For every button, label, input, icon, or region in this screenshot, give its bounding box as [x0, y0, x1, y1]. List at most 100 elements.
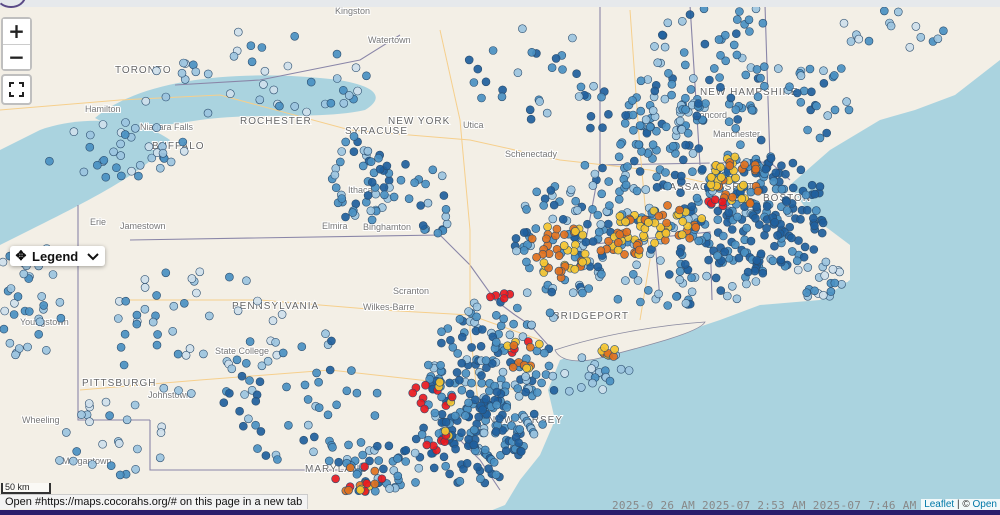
observation-marker[interactable] — [314, 377, 323, 387]
observation-marker[interactable] — [450, 411, 460, 421]
observation-marker[interactable] — [330, 170, 340, 180]
observation-marker[interactable] — [133, 444, 142, 454]
observation-marker[interactable] — [537, 378, 546, 388]
observation-marker[interactable] — [522, 205, 531, 214]
observation-marker[interactable] — [529, 429, 539, 439]
observation-marker[interactable] — [327, 336, 336, 346]
observation-marker[interactable] — [495, 414, 504, 423]
observation-marker[interactable] — [417, 430, 427, 439]
observation-marker[interactable] — [654, 211, 664, 221]
observation-marker[interactable] — [435, 377, 445, 387]
observation-marker[interactable] — [101, 172, 111, 182]
observation-marker[interactable] — [635, 121, 645, 130]
observation-marker[interactable] — [519, 228, 529, 237]
observation-marker[interactable] — [702, 271, 711, 281]
observation-marker[interactable] — [268, 316, 278, 326]
observation-marker[interactable] — [818, 290, 828, 300]
observation-marker[interactable] — [588, 181, 598, 190]
observation-marker[interactable] — [718, 197, 727, 207]
observation-marker[interactable] — [339, 99, 349, 108]
observation-marker[interactable] — [131, 124, 140, 133]
observation-marker[interactable] — [598, 385, 608, 394]
observation-marker[interactable] — [733, 212, 742, 222]
observation-marker[interactable] — [751, 164, 761, 174]
observation-marker[interactable] — [711, 273, 721, 283]
observation-marker[interactable] — [518, 24, 527, 34]
observation-marker[interactable] — [522, 363, 532, 373]
observation-marker[interactable] — [332, 49, 342, 59]
observation-marker[interactable] — [600, 343, 609, 352]
observation-marker[interactable] — [337, 147, 347, 156]
observation-marker[interactable] — [737, 194, 747, 203]
observation-marker[interactable] — [116, 151, 125, 160]
observation-marker[interactable] — [525, 105, 535, 115]
observation-marker[interactable] — [379, 183, 389, 192]
observation-marker[interactable] — [240, 390, 249, 399]
observation-marker[interactable] — [821, 257, 831, 267]
observation-marker[interactable] — [351, 63, 361, 72]
observation-marker[interactable] — [802, 288, 812, 298]
observation-marker[interactable] — [187, 274, 197, 283]
observation-marker[interactable] — [88, 460, 97, 469]
observation-marker[interactable] — [464, 307, 473, 316]
observation-marker[interactable] — [132, 319, 142, 329]
observation-marker[interactable] — [255, 95, 265, 105]
observation-marker[interactable] — [521, 372, 530, 381]
observation-marker[interactable] — [334, 457, 344, 467]
observation-marker[interactable] — [451, 444, 460, 454]
observation-marker[interactable] — [480, 445, 490, 455]
observation-marker[interactable] — [756, 135, 766, 145]
observation-marker[interactable] — [509, 341, 519, 350]
observation-marker[interactable] — [358, 450, 368, 460]
observation-marker[interactable] — [140, 275, 150, 284]
observation-marker[interactable] — [522, 288, 532, 298]
observation-marker[interactable] — [35, 317, 45, 327]
observation-marker[interactable] — [686, 85, 696, 94]
observation-marker[interactable] — [623, 162, 632, 171]
observation-marker[interactable] — [430, 408, 440, 418]
observation-marker[interactable] — [916, 32, 926, 42]
observation-marker[interactable] — [709, 64, 719, 73]
observation-marker[interactable] — [469, 425, 479, 435]
observation-marker[interactable] — [344, 91, 354, 100]
observation-marker[interactable] — [568, 33, 577, 43]
observation-marker[interactable] — [578, 257, 587, 267]
observation-marker[interactable] — [122, 415, 132, 425]
observation-marker[interactable] — [346, 463, 355, 473]
observation-marker[interactable] — [393, 454, 402, 463]
observation-marker[interactable] — [422, 440, 432, 450]
observation-marker[interactable] — [418, 221, 428, 230]
observation-marker[interactable] — [39, 301, 49, 310]
observation-marker[interactable] — [743, 267, 753, 277]
observation-marker[interactable] — [705, 75, 714, 85]
observation-marker[interactable] — [156, 163, 165, 173]
observation-marker[interactable] — [481, 77, 491, 87]
observation-marker[interactable] — [303, 420, 313, 430]
observation-marker[interactable] — [428, 165, 438, 175]
observation-marker[interactable] — [464, 398, 473, 408]
observation-marker[interactable] — [366, 157, 376, 166]
observation-marker[interactable] — [114, 439, 124, 448]
observation-marker[interactable] — [704, 255, 713, 265]
observation-marker[interactable] — [692, 111, 702, 121]
observation-marker[interactable] — [745, 199, 755, 208]
observation-marker[interactable] — [84, 399, 94, 408]
observation-marker[interactable] — [367, 178, 377, 187]
observation-marker[interactable] — [384, 441, 394, 451]
observation-marker[interactable] — [830, 278, 840, 288]
observation-marker[interactable] — [805, 64, 815, 74]
observation-marker[interactable] — [476, 341, 486, 351]
observation-marker[interactable] — [148, 317, 158, 327]
observation-marker[interactable] — [161, 268, 171, 278]
observation-marker[interactable] — [455, 314, 465, 324]
observation-marker[interactable] — [382, 161, 392, 171]
observation-marker[interactable] — [581, 237, 591, 247]
observation-marker[interactable] — [127, 166, 136, 176]
observation-marker[interactable] — [479, 428, 489, 438]
observation-marker[interactable] — [492, 387, 502, 397]
observation-marker[interactable] — [349, 132, 359, 141]
observation-marker[interactable] — [499, 294, 509, 303]
observation-marker[interactable] — [491, 337, 501, 347]
observation-marker[interactable] — [716, 50, 725, 60]
observation-marker[interactable] — [716, 83, 725, 92]
